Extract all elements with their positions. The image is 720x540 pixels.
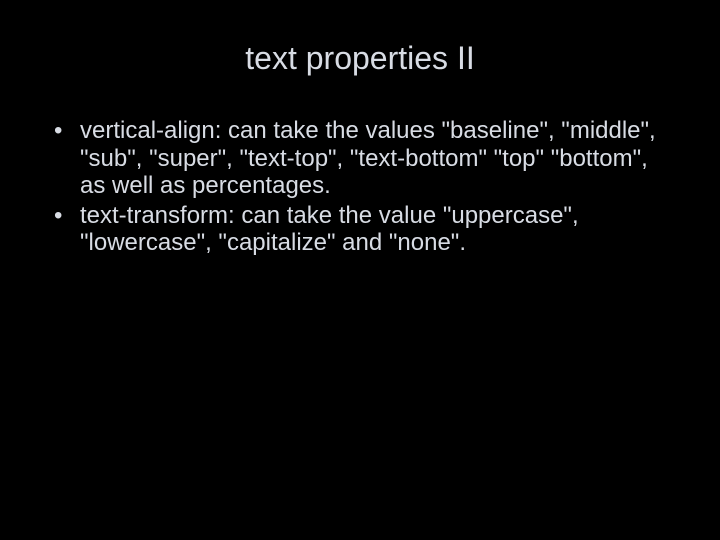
list-item: text-transform: can take the value "uppe… xyxy=(50,202,670,257)
slide-title: text properties II xyxy=(40,40,680,77)
bullet-list: vertical-align: can take the values "bas… xyxy=(40,117,680,257)
slide: text properties II vertical-align: can t… xyxy=(0,0,720,540)
list-item: vertical-align: can take the values "bas… xyxy=(50,117,670,200)
